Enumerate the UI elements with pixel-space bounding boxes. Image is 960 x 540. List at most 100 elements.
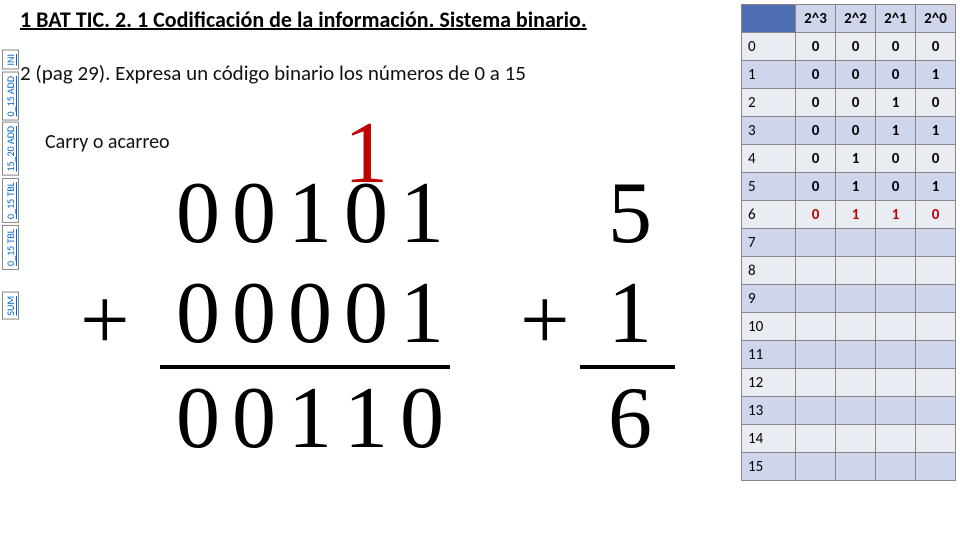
row-index: 0 bbox=[742, 33, 796, 61]
bit-cell: 1 bbox=[836, 201, 876, 229]
row-index: 2 bbox=[742, 89, 796, 117]
bit-cell bbox=[876, 425, 916, 453]
bit: 0 bbox=[170, 170, 226, 258]
bit-cell bbox=[876, 229, 916, 257]
table-row: 00000 bbox=[742, 33, 956, 61]
table-row: 50101 bbox=[742, 173, 956, 201]
plus-sign: + bbox=[80, 270, 130, 371]
bit-cell bbox=[796, 285, 836, 313]
bit-cell: 0 bbox=[876, 173, 916, 201]
bit-cell: 0 bbox=[836, 61, 876, 89]
bit-cell bbox=[796, 453, 836, 481]
bit-cell: 0 bbox=[796, 33, 836, 61]
page-title: 1 BAT TIC. 2. 1 Codificación de la infor… bbox=[20, 6, 587, 33]
bit-cell bbox=[836, 285, 876, 313]
bit-cell bbox=[876, 369, 916, 397]
dec-sum: 6 bbox=[600, 375, 660, 463]
bit-cell bbox=[876, 341, 916, 369]
bit: 0 bbox=[226, 375, 282, 463]
table-row: 8 bbox=[742, 257, 956, 285]
tab-0-15-tbl-2[interactable]: 0_15 TBL bbox=[2, 225, 19, 270]
sum-row: 0 0 1 1 0 bbox=[170, 375, 450, 463]
addition-area: 1 0 0 1 0 1 + 0 0 0 0 1 0 0 1 bbox=[20, 110, 720, 500]
tab-15-20-add[interactable]: 15_20 ADD bbox=[2, 122, 19, 176]
operand-a-row: 0 0 1 0 1 bbox=[170, 170, 450, 258]
decimal-rule bbox=[580, 365, 675, 369]
operand-b-row: 0 0 0 0 1 bbox=[170, 270, 450, 358]
bit-cell bbox=[796, 369, 836, 397]
tab-0-15-add[interactable]: 0_15 ADD bbox=[2, 72, 19, 121]
bit-cell bbox=[836, 453, 876, 481]
binary-table: 2^32^22^12^0 000001000120010300114010050… bbox=[741, 4, 956, 481]
table-col-header: 2^3 bbox=[796, 5, 836, 33]
dec-a: 5 bbox=[600, 170, 660, 258]
bit-cell: 1 bbox=[916, 173, 956, 201]
bit-cell bbox=[876, 313, 916, 341]
row-index: 13 bbox=[742, 397, 796, 425]
bit-cell: 0 bbox=[796, 117, 836, 145]
table-row: 10 bbox=[742, 313, 956, 341]
bit-cell bbox=[836, 397, 876, 425]
bit-cell bbox=[796, 397, 836, 425]
bit-cell: 0 bbox=[796, 201, 836, 229]
bit-cell bbox=[836, 341, 876, 369]
bit: 1 bbox=[394, 270, 450, 358]
bit-cell: 1 bbox=[836, 173, 876, 201]
bit-cell bbox=[876, 453, 916, 481]
table-row: 13 bbox=[742, 397, 956, 425]
bit-cell bbox=[916, 341, 956, 369]
bit: 0 bbox=[226, 170, 282, 258]
dec-b: 1 bbox=[600, 270, 660, 358]
bit-cell bbox=[796, 425, 836, 453]
binary-rule bbox=[160, 365, 450, 369]
bit: 0 bbox=[338, 270, 394, 358]
bit-cell: 0 bbox=[876, 61, 916, 89]
bit-cell: 0 bbox=[836, 33, 876, 61]
bit-cell: 1 bbox=[876, 89, 916, 117]
table-row: 30011 bbox=[742, 117, 956, 145]
bit: 1 bbox=[394, 170, 450, 258]
bit-cell bbox=[876, 257, 916, 285]
bit-cell: 0 bbox=[796, 61, 836, 89]
bit: 0 bbox=[226, 270, 282, 358]
bit-cell bbox=[876, 397, 916, 425]
bit-cell: 0 bbox=[916, 201, 956, 229]
row-index: 5 bbox=[742, 173, 796, 201]
bit-cell bbox=[836, 257, 876, 285]
bit: 0 bbox=[394, 375, 450, 463]
table-col-header: 2^2 bbox=[836, 5, 876, 33]
row-index: 14 bbox=[742, 425, 796, 453]
bit-cell bbox=[836, 369, 876, 397]
bit-cell: 0 bbox=[876, 33, 916, 61]
bit-cell: 0 bbox=[796, 145, 836, 173]
table-row: 60110 bbox=[742, 201, 956, 229]
row-index: 4 bbox=[742, 145, 796, 173]
table-row: 12 bbox=[742, 369, 956, 397]
row-index: 12 bbox=[742, 369, 796, 397]
bit-cell: 1 bbox=[876, 201, 916, 229]
bit: 0 bbox=[282, 270, 338, 358]
bit-cell: 0 bbox=[796, 173, 836, 201]
row-index: 9 bbox=[742, 285, 796, 313]
bit-cell bbox=[796, 229, 836, 257]
binary-column: 1 0 0 1 0 1 + 0 0 0 0 1 0 0 1 bbox=[20, 110, 450, 500]
tab-0-15-tbl-1[interactable]: 0_15 TBL bbox=[2, 178, 19, 223]
row-index: 3 bbox=[742, 117, 796, 145]
bit-cell bbox=[796, 257, 836, 285]
row-index: 7 bbox=[742, 229, 796, 257]
bit-cell: 0 bbox=[796, 89, 836, 117]
bit-cell bbox=[836, 425, 876, 453]
table-row: 7 bbox=[742, 229, 956, 257]
table-row: 10001 bbox=[742, 61, 956, 89]
tab-ini[interactable]: INI bbox=[2, 50, 19, 70]
table-row: 20010 bbox=[742, 89, 956, 117]
row-index: 15 bbox=[742, 453, 796, 481]
bit-cell: 0 bbox=[916, 33, 956, 61]
bit: 0 bbox=[170, 270, 226, 358]
tab-sum[interactable]: SUM bbox=[2, 292, 19, 320]
exercise-subtitle: 2 (pag 29). Expresa un código binario lo… bbox=[20, 60, 526, 86]
bit: 1 bbox=[282, 170, 338, 258]
bit: 1 bbox=[282, 375, 338, 463]
bit-cell bbox=[916, 453, 956, 481]
side-tab-strip: INI 0_15 ADD 15_20 ADD 0_15 TBL 0_15 TBL… bbox=[2, 50, 19, 319]
